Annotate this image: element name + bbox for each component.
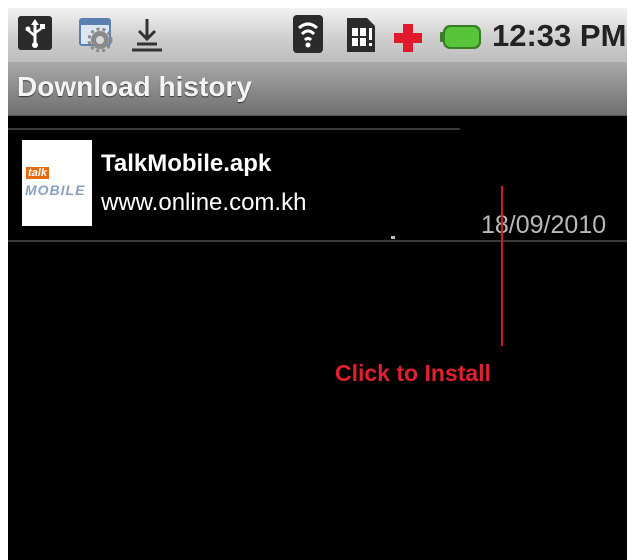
app-thumbnail: talk MOBILE: [22, 140, 92, 226]
download-date: 18/09/2010: [481, 211, 607, 239]
status-clock: 12:33 PM: [492, 18, 627, 53]
logo-talk-text: talk: [26, 167, 49, 179]
download-file-name: TalkMobile.apk: [101, 150, 272, 177]
status-bar: 12:33 PM: [8, 8, 627, 62]
annotation-pointer-line: [501, 186, 503, 346]
page-title: Download history: [17, 71, 252, 102]
download-list-item[interactable]: talk MOBILE TalkMobile.apk www.online.co…: [8, 130, 627, 240]
title-bar: Download history: [8, 62, 627, 116]
download-notification-icon: [128, 16, 166, 54]
usb-icon: [18, 16, 52, 50]
download-source: www.online.com.kh: [101, 189, 307, 216]
annotation-label: Click to Install: [335, 360, 491, 386]
item-dot: [391, 236, 395, 239]
settings-notification-icon: [78, 16, 114, 53]
wifi-icon: [291, 14, 325, 54]
battery-icon: [440, 24, 482, 50]
list-bottom-divider: [8, 240, 627, 242]
logo-mobile-text: MOBILE: [25, 182, 86, 198]
plus-icon: [392, 22, 424, 54]
phone-screen: 12:33 PM Download history talk MOBILE Ta…: [8, 8, 627, 560]
sim-card-icon: [343, 16, 379, 54]
